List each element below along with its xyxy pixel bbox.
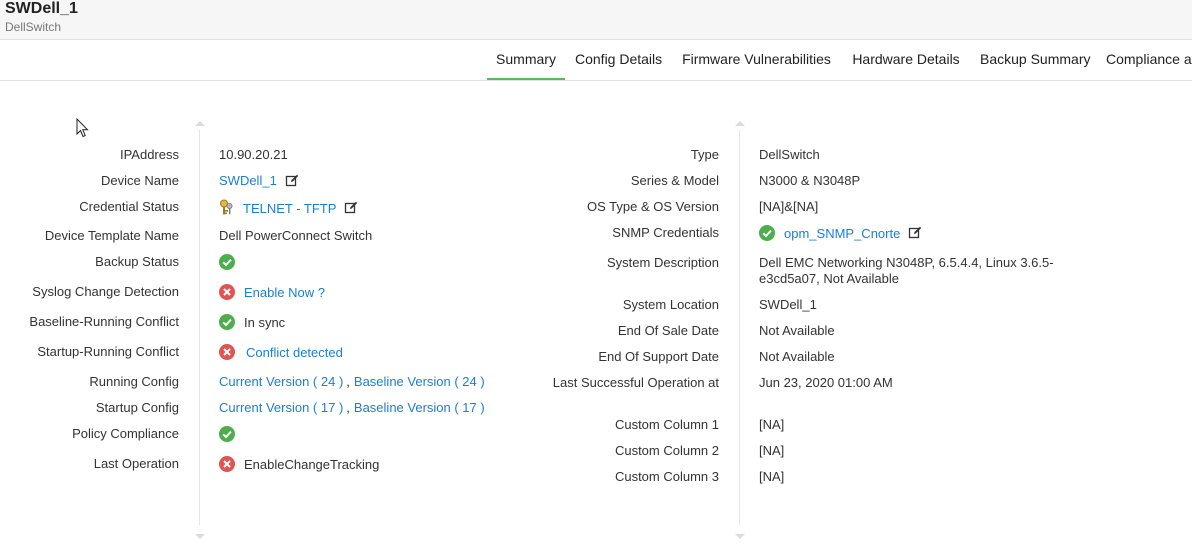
scroll-up-arrow-icon	[195, 121, 205, 126]
snmp-credentials-field: opm_SNMP_Cnorte	[759, 225, 922, 241]
mouse-cursor-icon	[76, 117, 89, 143]
scroll-down-arrow-icon	[735, 534, 745, 539]
edit-icon[interactable]	[908, 226, 922, 240]
scroll-down-arrow-icon	[195, 534, 205, 539]
series-model-value: N3000 & N3048P	[759, 173, 861, 188]
left-divider	[199, 130, 200, 525]
running-config-field: Current Version ( 24 ) , Baseline Versio…	[219, 374, 485, 389]
edit-icon[interactable]	[285, 174, 299, 188]
check-circle-icon	[759, 225, 775, 241]
running-config-label: Running Config	[89, 374, 179, 389]
device-title: SWDell_1	[5, 0, 78, 17]
os-type-version-label: OS Type & OS Version	[587, 199, 719, 214]
device-name-label: Device Name	[100, 173, 179, 188]
check-circle-icon	[219, 254, 235, 270]
running-baseline-version-link[interactable]: Baseline Version ( 24 )	[354, 374, 485, 389]
page-header: SWDell_1 DellSwitch	[0, 0, 1192, 40]
separator-text: ,	[346, 374, 350, 389]
tab-bar: Summary Config Details Firmware Vulnerab…	[0, 40, 1192, 81]
credential-status-field: TELNET - TFTP	[219, 199, 358, 217]
system-location-value: SWDell_1	[759, 297, 817, 312]
backup-status-label: Backup Status	[95, 254, 179, 269]
in-sync-text: In sync	[244, 314, 286, 330]
right-divider	[739, 130, 740, 525]
last-successful-operation-label: Last Successful Operation at	[552, 375, 719, 390]
baseline-running-conflict-label: Baseline-Running Conflict	[29, 314, 179, 329]
series-model-label: Series & Model	[630, 173, 719, 188]
startup-config-label: Startup Config	[95, 400, 179, 415]
last-successful-operation-value: Jun 23, 2020 01:00 AM	[759, 375, 893, 390]
end-of-sale-value: Not Available	[759, 323, 835, 338]
tab-hardware-details[interactable]: Hardware Details	[852, 40, 960, 78]
system-description-label: System Description	[607, 255, 719, 270]
device-name-link[interactable]: SWDell_1	[219, 173, 277, 188]
conflict-detected-link[interactable]: Conflict detected	[246, 345, 343, 360]
check-circle-icon	[219, 314, 235, 330]
keys-icon	[219, 199, 235, 217]
startup-baseline-version-link[interactable]: Baseline Version ( 17 )	[354, 400, 485, 415]
policy-compliance-value	[219, 426, 235, 442]
device-name-field: SWDell_1	[219, 173, 299, 188]
tab-config-details[interactable]: Config Details	[575, 40, 662, 78]
credential-status-label: Credential Status	[79, 199, 179, 214]
tab-summary[interactable]: Summary	[487, 40, 565, 80]
snmp-credentials-label: SNMP Credentials	[612, 225, 719, 240]
syslog-change-detection-field: Enable Now ?	[219, 284, 325, 300]
custom-column-1-value: [NA]	[759, 417, 785, 432]
separator-text: ,	[346, 400, 350, 415]
x-circle-icon	[219, 456, 235, 472]
check-circle-icon	[219, 426, 235, 442]
enable-now-link[interactable]: Enable Now ?	[244, 285, 325, 300]
end-of-support-label: End Of Support Date	[598, 349, 719, 364]
end-of-sale-label: End Of Sale Date	[617, 323, 719, 338]
tab-compliance[interactable]: Compliance ar	[1106, 40, 1192, 78]
type-value: DellSwitch	[759, 147, 820, 162]
syslog-change-detection-label: Syslog Change Detection	[32, 284, 179, 299]
tab-firmware-vulnerabilities[interactable]: Firmware Vulnerabilities	[681, 40, 832, 78]
startup-running-conflict-field: Conflict detected	[219, 344, 343, 360]
system-description-value: Dell EMC Networking N3048P, 6.5.4.4, Lin…	[759, 255, 1054, 286]
ip-address-label: IPAddress	[119, 147, 179, 162]
device-subtitle: DellSwitch	[5, 20, 62, 34]
last-operation-field: EnableChangeTracking	[219, 456, 379, 472]
x-circle-icon	[219, 284, 235, 300]
end-of-support-value: Not Available	[759, 349, 835, 364]
edit-icon[interactable]	[344, 201, 358, 215]
custom-column-1-label: Custom Column 1	[614, 417, 719, 432]
device-template-value: Dell PowerConnect Switch	[219, 228, 373, 243]
os-type-version-value: [NA]&[NA]	[759, 199, 819, 214]
type-label: Type	[690, 147, 719, 162]
credential-protocol-link[interactable]: TELNET - TFTP	[243, 201, 336, 216]
tab-backup-summary[interactable]: Backup Summary	[980, 40, 1090, 78]
last-operation-label: Last Operation	[93, 456, 179, 471]
running-current-version-link[interactable]: Current Version ( 24 )	[219, 374, 343, 389]
baseline-running-conflict-field: In sync	[219, 314, 285, 330]
custom-column-2-value: [NA]	[759, 443, 785, 458]
ip-address-value: 10.90.20.21	[219, 147, 288, 162]
custom-column-2-label: Custom Column 2	[614, 443, 719, 458]
backup-status-value	[219, 254, 235, 270]
startup-running-conflict-label: Startup-Running Conflict	[37, 344, 179, 359]
scroll-up-arrow-icon	[735, 121, 745, 126]
x-circle-icon	[219, 344, 235, 360]
policy-compliance-label: Policy Compliance	[72, 426, 179, 441]
snmp-credential-link[interactable]: opm_SNMP_Cnorte	[784, 226, 900, 241]
custom-column-3-value: [NA]	[759, 469, 785, 484]
system-location-label: System Location	[622, 297, 719, 312]
startup-current-version-link[interactable]: Current Version ( 17 )	[219, 400, 343, 415]
last-operation-value: EnableChangeTracking	[244, 456, 380, 472]
custom-column-3-label: Custom Column 3	[614, 469, 719, 484]
startup-config-field: Current Version ( 17 ) , Baseline Versio…	[219, 400, 485, 415]
device-template-label: Device Template Name	[44, 228, 179, 243]
